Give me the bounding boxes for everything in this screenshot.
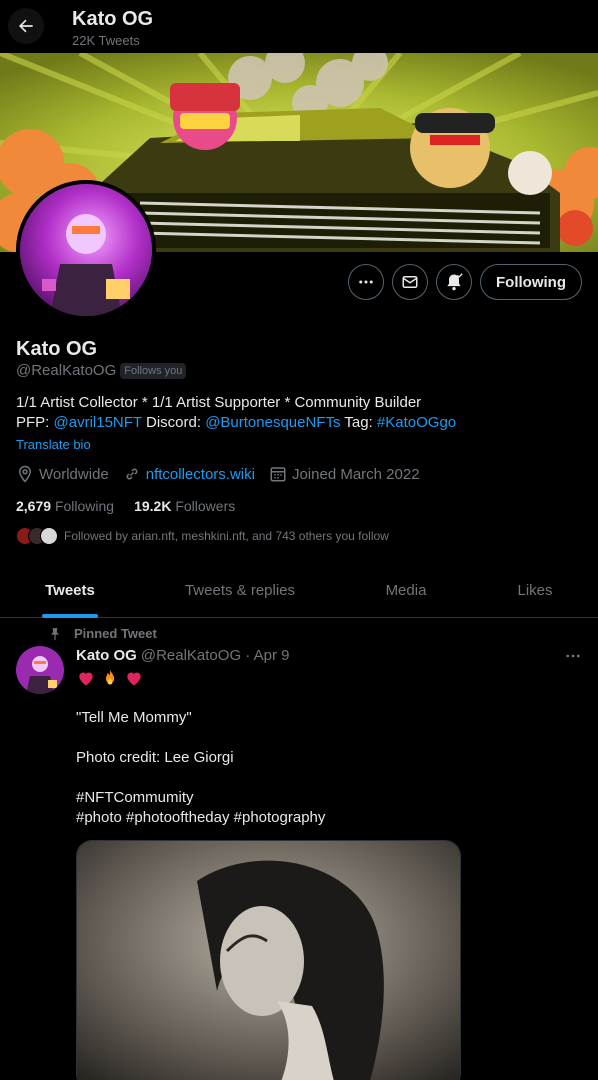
- profile-tabs: Tweets Tweets & replies Media Likes: [0, 563, 598, 618]
- tab-tweets-replies-label: Tweets & replies: [184, 581, 296, 599]
- page-title: Kato OG: [72, 8, 154, 30]
- mini-avatar: [40, 527, 58, 545]
- profile-name: Kato OG: [16, 338, 98, 360]
- top-bar: Kato OG 22K Tweets: [0, 0, 598, 53]
- more-icon: [359, 280, 373, 284]
- joined-text: Joined March 2022: [291, 465, 420, 483]
- tab-tweets-replies[interactable]: Tweets & replies: [140, 563, 340, 617]
- followers-label: Followers: [175, 498, 236, 514]
- envelope-icon: [402, 276, 418, 288]
- location-pin-icon: [18, 465, 32, 483]
- bio-discord-link[interactable]: @BurtonesqueNFTs: [205, 414, 340, 431]
- more-icon: [566, 654, 580, 658]
- heart-icon: [79, 672, 93, 686]
- pinned-text: Pinned Tweet: [74, 626, 157, 641]
- bio-tag-link[interactable]: #KatoOGgo: [377, 414, 456, 431]
- tweet-more-button[interactable]: [562, 646, 584, 666]
- tweet-count: 22K Tweets: [72, 33, 140, 48]
- tab-tweets[interactable]: Tweets: [0, 563, 140, 618]
- tab-likes[interactable]: Likes: [472, 563, 598, 617]
- calendar-icon: [270, 467, 286, 482]
- heart-icon: [127, 672, 141, 686]
- bio-line2: PFP: @avril15NFT Discord: @BurtonesqueNF…: [16, 413, 586, 433]
- link-icon: [126, 468, 138, 480]
- tweet-emojis: [76, 668, 144, 688]
- fire-icon: [105, 669, 115, 685]
- arrow-left-icon: [19, 19, 33, 33]
- following-count: 2,679: [16, 498, 52, 514]
- notifications-button[interactable]: [436, 264, 472, 300]
- follow-counts: 2,679 Following 19.2K Followers: [16, 498, 235, 514]
- bio-line1: 1/1 Artist Collector * 1/1 Artist Suppor…: [16, 394, 422, 411]
- pinned-tweet-label: Pinned Tweet: [48, 626, 157, 641]
- bio-discord-label: Discord:: [141, 414, 206, 431]
- profile-avatar[interactable]: [16, 180, 156, 320]
- following-label: Following: [54, 498, 115, 514]
- followed-by-avatars: [16, 527, 64, 545]
- tab-media[interactable]: Media: [340, 563, 472, 617]
- bio-pfp-link[interactable]: @avril15NFT: [54, 414, 142, 431]
- profile-handle: @RealKatoOG: [16, 362, 117, 379]
- tweet-avatar[interactable]: [16, 646, 64, 694]
- tweet-photo[interactable]: [76, 840, 461, 1080]
- tweet-hashtag-line1[interactable]: #NFTCommumity: [76, 789, 194, 806]
- follows-you-badge: Follows you: [120, 362, 187, 379]
- bell-check-icon: [447, 273, 463, 291]
- tweet-line-title: "Tell Me Mommy": [76, 709, 192, 726]
- active-tab-indicator: [42, 614, 98, 618]
- location-item: Worldwide: [16, 465, 109, 483]
- tweet-meta[interactable]: @RealKatoOG · Apr 9: [141, 647, 290, 664]
- tab-media-label: Media: [385, 581, 427, 599]
- pin-icon: [50, 627, 60, 640]
- handle-row: @RealKatoOG Follows you: [16, 362, 187, 379]
- back-button[interactable]: [8, 8, 44, 44]
- translate-bio-link[interactable]: Translate bio: [16, 437, 91, 452]
- bio-tag-label: Tag:: [340, 414, 377, 431]
- followers-count: 19.2K: [134, 498, 172, 514]
- followers-count-link[interactable]: 19.2K Followers: [134, 498, 235, 514]
- tweet-line-credit: Photo credit: Lee Giorgi: [76, 749, 234, 766]
- more-options-button[interactable]: [348, 264, 384, 300]
- joined-item: Joined March 2022: [269, 465, 420, 483]
- tweet-header: Kato OG @RealKatoOG · Apr 9: [76, 647, 289, 664]
- message-button[interactable]: [392, 264, 428, 300]
- location-text: Worldwide: [39, 465, 109, 483]
- website-link[interactable]: nftcollectors.wiki: [146, 466, 255, 483]
- website-item: nftcollectors.wiki: [123, 465, 255, 483]
- followed-by-row[interactable]: Followed by arian.nft, meshkini.nft, and…: [16, 527, 389, 545]
- following-button[interactable]: Following: [480, 264, 582, 300]
- tweet-hashtag-line2[interactable]: #photo #photooftheday #photography: [76, 809, 325, 826]
- followed-by-text: Followed by arian.nft, meshkini.nft, and…: [64, 529, 389, 543]
- tab-tweets-label: Tweets: [45, 581, 95, 599]
- tab-likes-label: Likes: [517, 581, 553, 599]
- following-count-link[interactable]: 2,679 Following: [16, 498, 114, 514]
- tweet-author[interactable]: Kato OG: [76, 647, 137, 664]
- profile-meta: Worldwide nftcollectors.wiki Joined Marc…: [16, 465, 434, 483]
- bio-pfp-label: PFP:: [16, 414, 54, 431]
- profile-bio: 1/1 Artist Collector * 1/1 Artist Suppor…: [16, 393, 586, 433]
